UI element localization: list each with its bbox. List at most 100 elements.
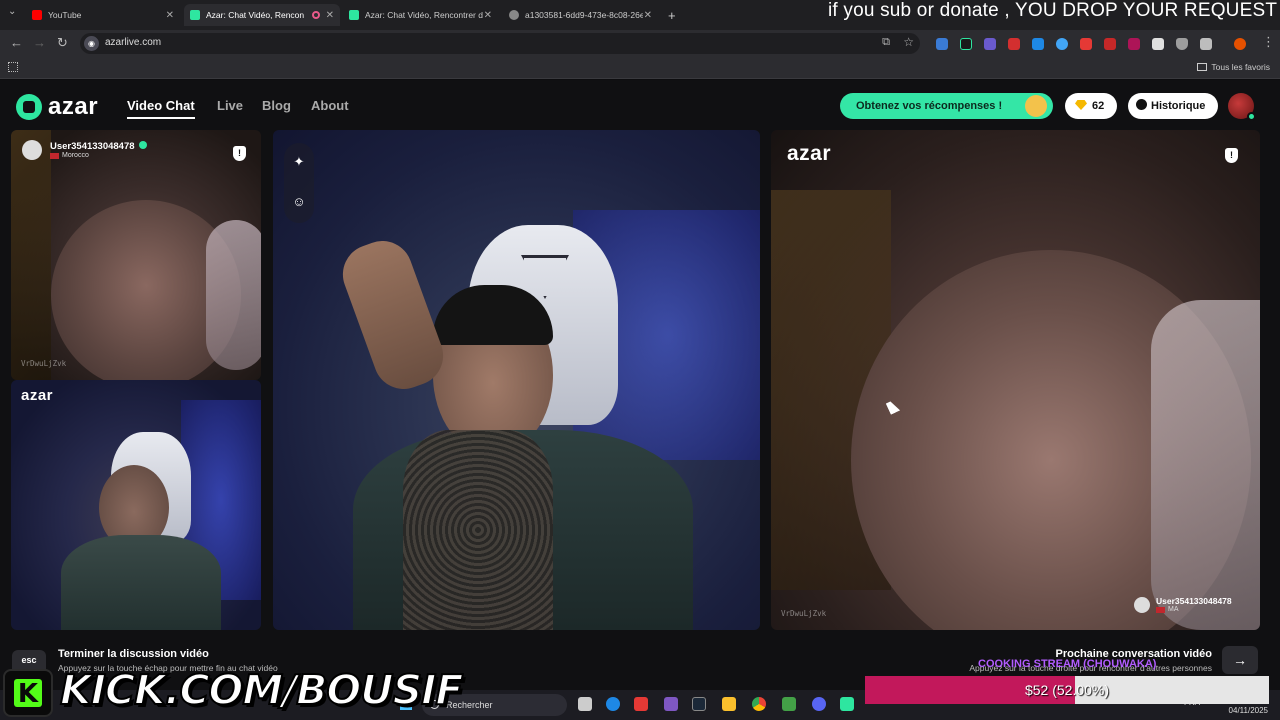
close-icon[interactable]: ✕ [326, 10, 334, 21]
nav-live[interactable]: Live [217, 98, 243, 113]
extension-icon[interactable] [1008, 38, 1020, 50]
nav-blog[interactable]: Blog [262, 98, 291, 113]
tab-title: YouTube [48, 10, 82, 20]
nav-active-underline [127, 117, 195, 119]
report-shield-icon[interactable]: ! [1225, 148, 1238, 163]
azar-logo-text: azar [48, 93, 99, 120]
kick-channel-url: KICK.COM/BOUSIF [59, 665, 464, 715]
partner-username: User354133048478 [50, 141, 135, 152]
new-tab-button[interactable]: + [662, 4, 682, 26]
tab-azar-active[interactable]: Azar: Chat Vidéo, Rencontrer ✕ [184, 4, 340, 26]
forward-icon[interactable]: → [33, 35, 46, 50]
gift-emoji-icon [1025, 95, 1047, 117]
close-icon[interactable]: ✕ [166, 10, 174, 21]
azar-logo-icon [16, 94, 42, 120]
face-filter-icon[interactable]: ☺ [292, 195, 306, 209]
azar-icon [349, 10, 359, 20]
partner-country: Morocco [62, 152, 89, 159]
morocco-flag-icon [1156, 606, 1165, 613]
close-icon[interactable]: ✕ [644, 10, 652, 21]
sparkle-effects-icon[interactable]: ✦ [292, 155, 306, 169]
profile-icon[interactable] [1234, 38, 1246, 50]
stream-title: COOKING STREAM (CHOUWAKA) [978, 658, 1157, 670]
pillow-shape [1151, 300, 1260, 630]
user-avatar[interactable] [1228, 93, 1256, 121]
kick-k-icon: K [14, 679, 42, 709]
nav-about[interactable]: About [311, 98, 349, 113]
file-explorer-icon[interactable] [722, 697, 736, 711]
all-bookmarks[interactable]: Tous les favoris [1197, 62, 1270, 72]
discord-icon[interactable] [812, 697, 826, 711]
partner-country-code: MA [1168, 606, 1179, 613]
tab-search-icon[interactable]: ⌄ [8, 6, 16, 17]
extension-icon[interactable] [1080, 38, 1092, 50]
cast-icon[interactable]: ⧉ [882, 36, 890, 49]
partner-avatar [1134, 596, 1150, 613]
extension-icon[interactable] [1056, 38, 1068, 50]
donation-goal-bar: $52 (52.00%) [865, 676, 1269, 704]
online-status-dot [1247, 112, 1256, 121]
partner-user-chip[interactable]: User354133048478 MA [1134, 596, 1232, 613]
tab-generic[interactable]: a1303581-6dd9-473e-8c08-26e ✕ [503, 4, 658, 26]
browser-toolbar: ← → ↻ ◉ azarlive.com ⧉ ☆ ⋮ [0, 30, 1280, 57]
video-watermark: VrDwuLjZvk [21, 359, 67, 368]
background-shape [11, 130, 51, 380]
edge-icon[interactable] [606, 697, 620, 711]
verified-icon [138, 141, 147, 149]
video-watermark: VrDwuLjZvk [781, 609, 827, 618]
partner-avatar [22, 140, 42, 160]
kick-logo: K [3, 669, 53, 717]
extension-icon[interactable] [936, 38, 948, 50]
tab-title: a1303581-6dd9-473e-8c08-26e [525, 10, 643, 20]
extension-icon[interactable] [1104, 38, 1116, 50]
shield-extension-icon[interactable] [1176, 38, 1188, 50]
history-label: Historique [1151, 100, 1206, 112]
partner-user-chip[interactable]: User354133048478 Morocco [22, 140, 147, 160]
app-icon[interactable] [782, 697, 796, 711]
menu-dots-icon[interactable]: ⋮ [1262, 34, 1275, 50]
azar-logo[interactable]: azar [16, 93, 98, 121]
folder-icon [1197, 63, 1208, 71]
azar-page: azar Video Chat Live Blog About Obtenez … [0, 80, 1280, 640]
extension-icon[interactable] [984, 38, 996, 50]
app-icon[interactable] [634, 697, 648, 711]
raised-arm [334, 232, 452, 398]
self-video-small: azar [11, 380, 261, 630]
extension-icon[interactable] [1128, 38, 1140, 50]
extension-icon[interactable] [960, 38, 972, 50]
azar-icon [190, 10, 200, 20]
task-view-icon[interactable] [578, 697, 592, 711]
back-icon[interactable]: ← [10, 35, 23, 50]
bookmark-star-icon[interactable]: ☆ [903, 35, 914, 49]
tab-youtube[interactable]: YouTube ✕ [26, 4, 180, 26]
next-chat-button[interactable]: → [1222, 646, 1258, 674]
app-icon[interactable] [664, 697, 678, 711]
extension-icon[interactable] [1032, 38, 1044, 50]
app-icon[interactable] [840, 697, 854, 711]
site-info-icon[interactable]: ◉ [84, 36, 99, 51]
report-shield-icon[interactable]: ! [233, 146, 246, 161]
stream-banner-text: if you sub or donate , YOU DROP YOUR REQ… [828, 0, 1278, 21]
patterned-scarf [403, 430, 553, 630]
partner-video-small: User354133048478 Morocco ! VrDwuLjZvk [11, 130, 261, 380]
steam-icon[interactable] [692, 697, 706, 711]
history-button[interactable]: Historique [1128, 93, 1218, 119]
rewards-button[interactable]: Obtenez vos récompenses ! [840, 93, 1053, 119]
extension-icon[interactable] [1152, 38, 1164, 50]
nav-video-chat[interactable]: Video Chat [127, 98, 195, 113]
address-bar[interactable]: ◉ azarlive.com ⧉ ☆ [80, 33, 920, 54]
puzzle-icon[interactable] [1200, 38, 1212, 50]
azar-watermark-logo: azar [787, 142, 832, 165]
video-tools-bar: ✦ ☺ [284, 143, 314, 223]
apps-grid-icon[interactable] [8, 62, 18, 72]
chrome-icon[interactable] [752, 697, 766, 711]
pillow-shape [206, 220, 261, 370]
tab-azar-2[interactable]: Azar: Chat Vidéo, Rencontrer de ✕ [343, 4, 498, 26]
gems-balance[interactable]: 62 [1065, 93, 1117, 119]
youtube-icon [32, 10, 42, 20]
reload-icon[interactable]: ↻ [57, 35, 68, 51]
all-bookmarks-label: Tous les favoris [1211, 62, 1270, 72]
self-video-large [273, 130, 760, 630]
close-icon[interactable]: ✕ [484, 10, 492, 21]
self-shirt [61, 535, 221, 630]
